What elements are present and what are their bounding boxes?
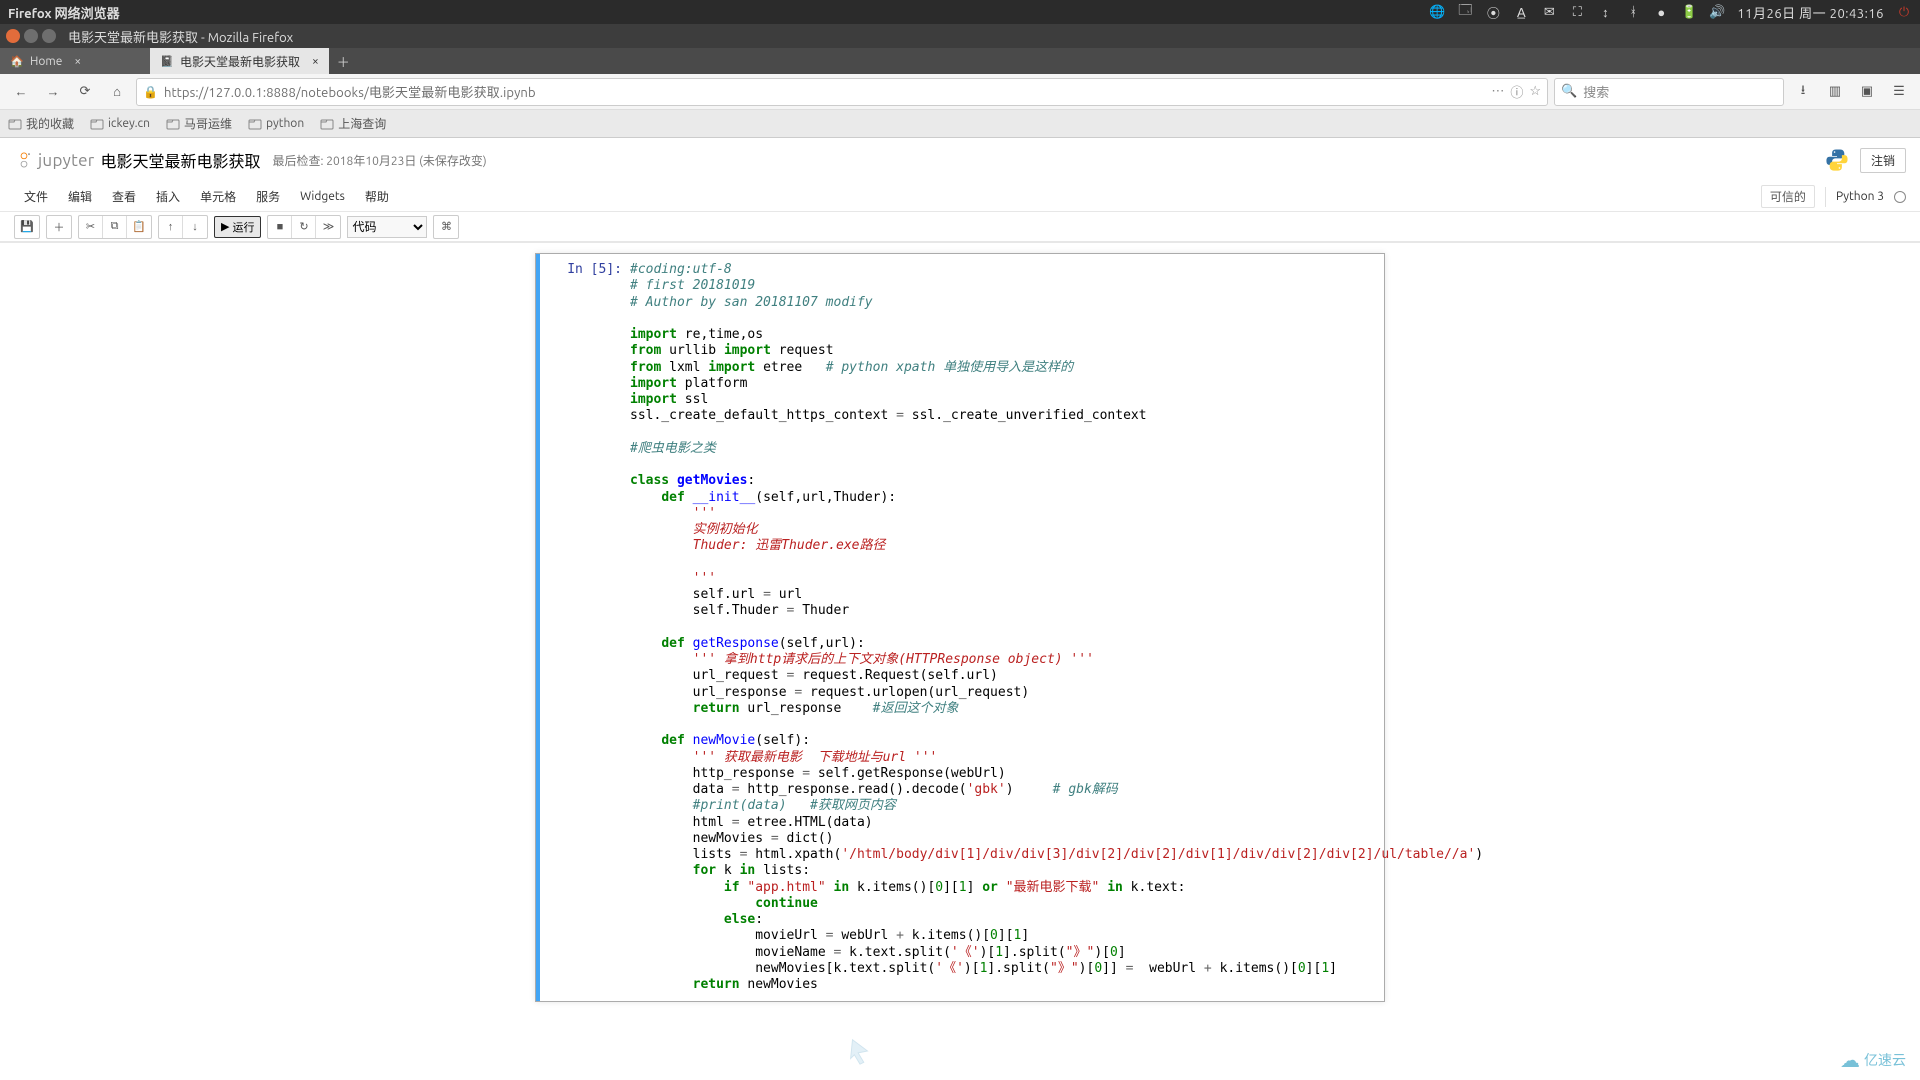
search-icon: 🔍 (1561, 84, 1577, 99)
menu-file[interactable]: 文件 (14, 184, 58, 209)
lock-icon[interactable]: 🔒 (143, 85, 158, 99)
library-button[interactable]: ▥ (1822, 79, 1848, 105)
tab-strip: 🏠 Home × 📓 电影天堂最新电影获取 × ＋ (0, 48, 1920, 74)
tray-wechat-icon[interactable]: ✉ (1541, 4, 1557, 20)
reader-icon[interactable]: ⓘ (1510, 82, 1523, 101)
jupyter-menubar: 文件 编辑 查看 插入 单元格 服务 Widgets 帮助 可信的 Python… (0, 182, 1920, 212)
tray-bluetooth-icon[interactable]: ᚼ (1625, 4, 1641, 20)
window-titlebar: 电影天堂最新电影获取 - Mozilla Firefox (0, 24, 1920, 48)
notebook-container: In [5]: #coding:utf-8 # first 20181019 #… (535, 253, 1385, 1002)
home-favicon-icon: 🏠 (10, 54, 24, 68)
forward-button[interactable]: → (40, 79, 66, 105)
cut-button[interactable]: ✂ (79, 216, 103, 238)
nav-bar: ← → ⟳ ⌂ 🔒 https://127.0.0.1:8888/noteboo… (0, 74, 1920, 110)
move-down-button[interactable]: ↓ (183, 216, 207, 238)
command-palette-button[interactable]: ⌘ (434, 216, 458, 238)
jupyter-favicon-icon: 📓 (160, 54, 174, 68)
menu-edit[interactable]: 编辑 (58, 184, 102, 209)
tray-sync-icon[interactable]: ↕ (1597, 4, 1613, 20)
page-content: jupyter 电影天堂最新电影获取 最后检查: 2018年10月23日 (未保… (0, 138, 1920, 1080)
new-tab-button[interactable]: ＋ (329, 48, 358, 74)
watermark-text: 亿速云 (1864, 1050, 1906, 1070)
jupyter-logo-text: jupyter (38, 151, 95, 170)
menu-view[interactable]: 查看 (102, 184, 146, 209)
tray-text-icon[interactable]: A̲ (1513, 4, 1529, 20)
menu-cell[interactable]: 单元格 (190, 184, 246, 209)
os-top-bar: Firefox 网络浏览器 🌐 🗔 ⦿ A̲ ✉ ⛶ ↕ ᚼ ● 🔋 🔊 11月… (0, 0, 1920, 24)
checkpoint-status: 最后检查: 2018年10月23日 (未保存改变) (273, 152, 487, 169)
save-button[interactable]: 💾 (15, 216, 39, 238)
tray-apps-icon[interactable]: 🗔 (1457, 4, 1473, 20)
tab-close-icon[interactable]: × (74, 55, 81, 68)
menu-widgets[interactable]: Widgets (290, 186, 355, 207)
jupyter-logo[interactable]: jupyter (14, 150, 95, 170)
jupyter-logo-icon (14, 150, 34, 170)
watermark: ☁ 亿速云 (1840, 1048, 1906, 1072)
move-up-button[interactable]: ↑ (159, 216, 183, 238)
os-clock[interactable]: 11月26日 周一 20:43:16 (1737, 3, 1884, 22)
home-button[interactable]: ⌂ (104, 79, 130, 105)
menu-kernel[interactable]: 服务 (246, 184, 290, 209)
bookmark-item[interactable]: 马哥运维 (166, 115, 232, 132)
tab-close-icon[interactable]: × (312, 55, 319, 68)
bookmark-item[interactable]: python (248, 117, 304, 131)
input-prompt: In [5]: (540, 258, 630, 997)
cloud-icon: ☁ (1840, 1048, 1860, 1072)
tab-home[interactable]: 🏠 Home × (0, 48, 150, 74)
window-title: 电影天堂最新电影获取 - Mozilla Firefox (68, 27, 293, 46)
ghost-cursor-icon (845, 1036, 875, 1066)
restart-button[interactable]: ↻ (292, 216, 316, 238)
menu-insert[interactable]: 插入 (146, 184, 190, 209)
url-text[interactable]: https://127.0.0.1:8888/notebooks/电影天堂最新电… (164, 82, 1485, 101)
bookmark-star-icon[interactable]: ☆ (1529, 84, 1541, 99)
interrupt-button[interactable]: ■ (268, 216, 292, 238)
address-bar[interactable]: 🔒 https://127.0.0.1:8888/notebooks/电影天堂最… (136, 78, 1548, 106)
hamburger-menu-button[interactable]: ☰ (1886, 79, 1912, 105)
tab-title: Home (30, 55, 62, 68)
window-maximize-button[interactable] (42, 29, 56, 43)
kernel-name[interactable]: Python 3 (1836, 190, 1884, 203)
run-button[interactable]: ▶运行 (214, 216, 261, 238)
window-close-button[interactable] (6, 29, 20, 43)
tray-volume-icon[interactable]: 🔊 (1709, 4, 1725, 20)
tab-title: 电影天堂最新电影获取 (180, 53, 300, 70)
code-input-area[interactable]: #coding:utf-8 # first 20181019 # Author … (630, 258, 1491, 997)
cell-type-select[interactable]: 代码 (347, 216, 427, 238)
sidebar-button[interactable]: ▣ (1854, 79, 1880, 105)
restart-run-all-button[interactable]: ≫ (316, 216, 340, 238)
trusted-indicator[interactable]: 可信的 (1761, 185, 1815, 208)
bookmark-item[interactable]: 上海查询 (320, 115, 386, 132)
copy-button[interactable]: ⧉ (103, 216, 127, 238)
jupyter-toolbar: 💾 ＋ ✂ ⧉ 📋 ↑ ↓ ▶运行 ■ ↻ ≫ 代码 ⌘ (0, 212, 1920, 242)
window-minimize-button[interactable] (24, 29, 38, 43)
insert-cell-button[interactable]: ＋ (47, 216, 71, 238)
python-logo-icon (1824, 147, 1850, 173)
menu-help[interactable]: 帮助 (355, 184, 399, 209)
bookmark-item[interactable]: 我的收藏 (8, 115, 74, 132)
code-cell[interactable]: In [5]: #coding:utf-8 # first 20181019 #… (536, 254, 1384, 1001)
tray-cloud-icon[interactable]: ● (1653, 4, 1669, 20)
more-actions-icon[interactable]: ⋯ (1491, 84, 1504, 99)
search-bar[interactable]: 🔍 搜索 (1554, 78, 1784, 106)
tab-notebook[interactable]: 📓 电影天堂最新电影获取 × (150, 48, 329, 74)
logout-button[interactable]: 注销 (1860, 148, 1906, 173)
download-button[interactable]: ⭳ (1790, 79, 1816, 105)
tray-globe-icon[interactable]: 🌐 (1429, 4, 1445, 20)
bookmark-item[interactable]: ickey.cn (90, 117, 150, 131)
kernel-status-icon (1894, 191, 1906, 203)
reload-button[interactable]: ⟳ (72, 79, 98, 105)
os-app-name: Firefox 网络浏览器 (8, 3, 120, 22)
search-placeholder: 搜索 (1583, 82, 1609, 101)
power-icon[interactable]: ⏻ (1896, 4, 1912, 20)
tray-browser-icon[interactable]: ⦿ (1485, 4, 1501, 20)
notebook-name[interactable]: 电影天堂最新电影获取 (101, 148, 261, 172)
paste-button[interactable]: 📋 (127, 216, 151, 238)
tray-battery-icon[interactable]: 🔋 (1681, 4, 1697, 20)
jupyter-header: jupyter 电影天堂最新电影获取 最后检查: 2018年10月23日 (未保… (0, 138, 1920, 243)
back-button[interactable]: ← (8, 79, 34, 105)
bookmarks-bar: 我的收藏 ickey.cn 马哥运维 python 上海查询 (0, 110, 1920, 138)
tray-crop-icon[interactable]: ⛶ (1569, 4, 1585, 20)
